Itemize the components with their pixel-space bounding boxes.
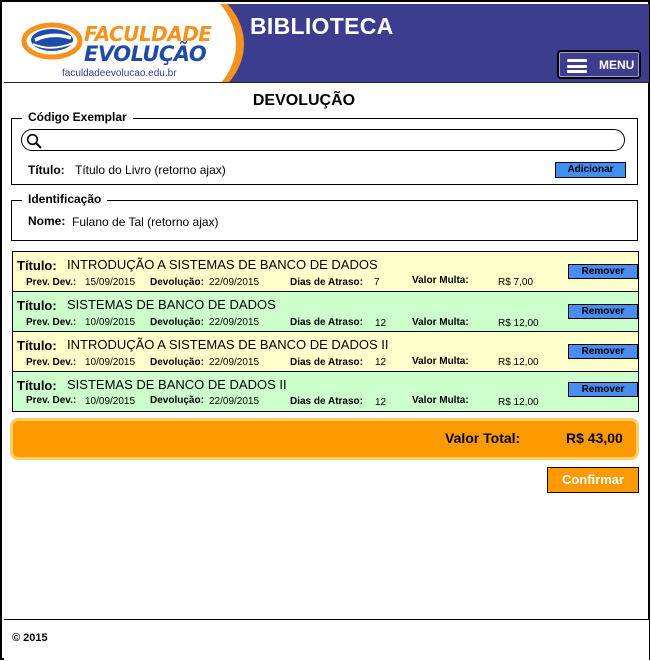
item-atraso-value: 12 bbox=[375, 357, 387, 368]
total-value: R$ 43,00 bbox=[566, 430, 623, 446]
item-dev-label: Devolução: bbox=[150, 395, 204, 406]
item-dev-label: Devolução: bbox=[150, 277, 204, 288]
titulo-value: Título do Livro (retorno ajax) bbox=[75, 163, 226, 177]
menu-button[interactable]: MENU bbox=[557, 50, 641, 79]
item-multa-value: R$ 12,00 bbox=[498, 397, 539, 408]
item-atraso-label: Dias de Atraso: bbox=[290, 396, 363, 407]
identificacao-section: Identificação Nome: Fulano de Tal (retor… bbox=[11, 192, 638, 241]
app-frame: FACULDADE EVOLUÇÃO faculdadeevolucao.edu… bbox=[0, 0, 650, 660]
item-dev-label: Devolução: bbox=[150, 317, 204, 328]
menu-label: MENU bbox=[599, 58, 635, 72]
item-dev-label: Devolução: bbox=[150, 357, 204, 368]
item-titulo-label: Título: bbox=[17, 338, 57, 353]
item-titulo-label: Título: bbox=[17, 258, 57, 273]
list-item: Título: INTRODUÇÃO A SISTEMAS DE BANCO D… bbox=[12, 251, 639, 291]
item-multa-label: Valor Multa: bbox=[412, 275, 469, 286]
remove-button[interactable]: Remover bbox=[568, 264, 638, 279]
titulo-label: Título: bbox=[28, 163, 65, 177]
item-multa-label: Valor Multa: bbox=[412, 317, 469, 328]
hamburger-icon bbox=[567, 59, 587, 73]
item-titulo: INTRODUÇÃO A SISTEMAS DE BANCO DE DADOS bbox=[67, 257, 378, 272]
devolucao-items-list: Título: INTRODUÇÃO A SISTEMAS DE BANCO D… bbox=[12, 251, 639, 412]
item-atraso-label: Dias de Atraso: bbox=[290, 277, 363, 288]
confirm-button[interactable]: Confirmar bbox=[547, 467, 639, 493]
item-prev-label: Prev. Dev.: bbox=[26, 357, 77, 368]
page-title: DEVOLUÇÃO bbox=[252, 92, 356, 109]
footer: © 2015 bbox=[4, 619, 649, 660]
item-prev-label: Prev. Dev.: bbox=[26, 277, 77, 288]
item-prev-value: 10/09/2015 bbox=[85, 396, 136, 407]
remove-button[interactable]: Remover bbox=[568, 382, 638, 397]
logo[interactable]: FACULDADE EVOLUÇÃO faculdadeevolucao.edu… bbox=[4, 4, 244, 82]
item-dev-value: 22/09/2015 bbox=[209, 357, 260, 368]
header: FACULDADE EVOLUÇÃO faculdadeevolucao.edu… bbox=[4, 4, 649, 83]
codigo-exemplar-input[interactable] bbox=[46, 131, 616, 149]
item-multa-value: R$ 12,00 bbox=[498, 318, 539, 329]
total-bar: Valor Total: R$ 43,00 bbox=[10, 418, 639, 460]
item-multa-value: R$ 7,00 bbox=[498, 277, 534, 288]
list-item: Título: SISTEMAS DE BANCO DE DADOS II Pr… bbox=[12, 371, 639, 412]
item-multa-label: Valor Multa: bbox=[412, 395, 469, 406]
remove-button[interactable]: Remover bbox=[568, 344, 638, 359]
logo-text-line2: EVOLUÇÃO bbox=[84, 42, 207, 66]
item-atraso-value: 12 bbox=[375, 397, 387, 408]
item-dev-value: 22/09/2015 bbox=[209, 317, 260, 328]
item-titulo-label: Título: bbox=[17, 298, 57, 313]
item-prev-label: Prev. Dev.: bbox=[26, 395, 77, 406]
item-prev-value: 15/09/2015 bbox=[85, 277, 136, 288]
nome-value: Fulano de Tal (retorno ajax) bbox=[72, 215, 219, 229]
list-item: Título: SISTEMAS DE BANCO DE DADOS Prev.… bbox=[12, 291, 639, 331]
add-button[interactable]: Adicionar bbox=[555, 162, 626, 178]
total-label: Valor Total: bbox=[445, 430, 521, 446]
item-multa-value: R$ 12,00 bbox=[498, 357, 539, 368]
remove-button[interactable]: Remover bbox=[568, 304, 638, 319]
copyright: © 2015 bbox=[12, 632, 48, 644]
item-prev-value: 10/09/2015 bbox=[85, 357, 136, 368]
item-prev-value: 10/09/2015 bbox=[85, 317, 136, 328]
item-multa-label: Valor Multa: bbox=[412, 356, 469, 367]
list-item: Título: INTRODUÇÃO A SISTEMAS DE BANCO D… bbox=[12, 331, 639, 371]
nome-label: Nome: bbox=[28, 214, 66, 228]
item-prev-label: Prev. Dev.: bbox=[26, 317, 77, 328]
search-box[interactable] bbox=[21, 129, 625, 151]
identificacao-legend: Identificação bbox=[22, 192, 108, 206]
item-atraso-value: 12 bbox=[375, 318, 387, 329]
codigo-exemplar-section: Código Exemplar Título: Título do Livro … bbox=[11, 110, 638, 185]
search-icon bbox=[26, 133, 42, 149]
item-atraso-label: Dias de Atraso: bbox=[290, 317, 363, 328]
logo-swoosh-icon bbox=[21, 22, 83, 60]
app-title: BIBLIOTECA bbox=[250, 13, 394, 39]
item-dev-value: 22/09/2015 bbox=[209, 277, 260, 288]
item-atraso-label: Dias de Atraso: bbox=[290, 357, 363, 368]
item-titulo-label: Título: bbox=[17, 378, 57, 393]
item-titulo: INTRODUÇÃO A SISTEMAS DE BANCO DE DADOS … bbox=[67, 337, 389, 352]
item-dev-value: 22/09/2015 bbox=[209, 396, 260, 407]
item-titulo: SISTEMAS DE BANCO DE DADOS II bbox=[67, 377, 287, 392]
logo-url: faculdadeevolucao.edu.br bbox=[62, 68, 177, 79]
codigo-exemplar-legend: Código Exemplar bbox=[22, 110, 133, 124]
item-titulo: SISTEMAS DE BANCO DE DADOS bbox=[67, 297, 276, 312]
item-atraso-value: 7 bbox=[374, 277, 380, 288]
